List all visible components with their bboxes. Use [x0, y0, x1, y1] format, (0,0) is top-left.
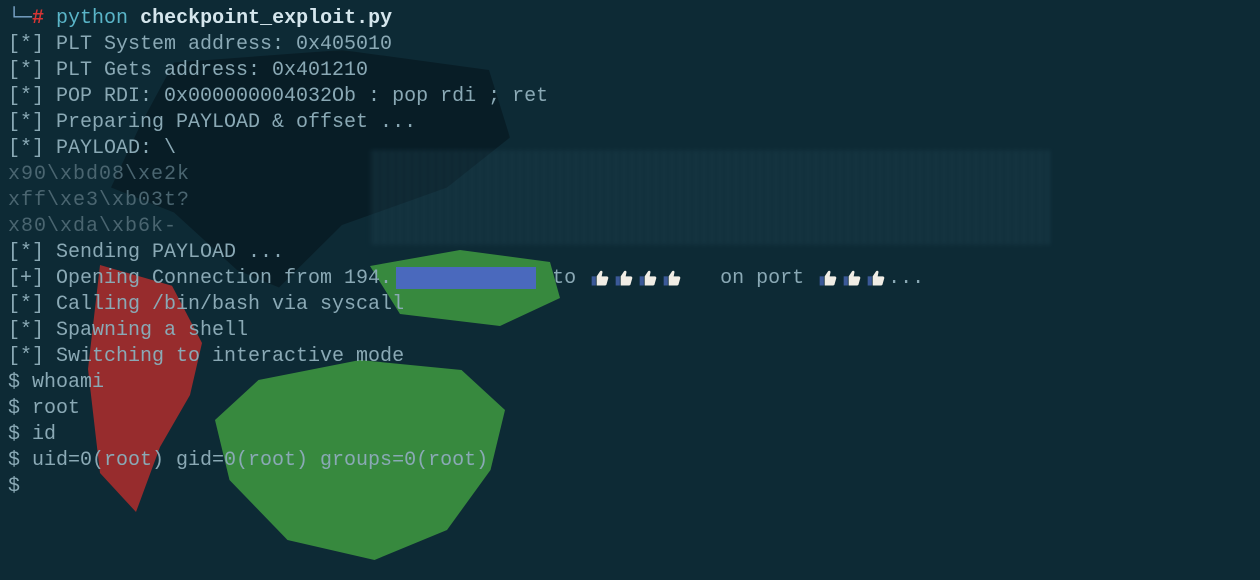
- payload-line: xff\xe3\xb03t?: [8, 188, 1252, 214]
- output-line: [*] PLT System address: 0x405010: [8, 32, 1252, 58]
- output-line: [*] Switching to interactive mode: [8, 344, 1252, 370]
- output-line: [*] PAYLOAD: \: [8, 136, 1252, 162]
- payload-line: x80\xda\xb6k-: [8, 214, 1252, 240]
- redacted-thumbs-ip: [588, 267, 684, 290]
- thumbs-up-icon: [661, 268, 683, 288]
- shell-line: $ root: [8, 396, 1252, 422]
- output-line: [*] Sending PAYLOAD ...: [8, 240, 1252, 266]
- thumbs-up-icon: [865, 268, 887, 288]
- thumbs-up-icon: [637, 268, 659, 288]
- shell-line: $ whoami: [8, 370, 1252, 396]
- thumbs-up-icon: [613, 268, 635, 288]
- output-line: [*] Spawning a shell: [8, 318, 1252, 344]
- prompt-brace: └─: [8, 7, 32, 30]
- shell-line: $ uid=0(root) gid=0(root) groups=0(root): [8, 448, 1252, 474]
- output-line: [*] POP RDI: 0x000000004032Ob : pop rdi …: [8, 84, 1252, 110]
- conn-to: to: [540, 267, 588, 290]
- shell-prompt: $: [8, 474, 1252, 500]
- prompt-hash: #: [32, 7, 44, 30]
- thumbs-up-icon: [589, 268, 611, 288]
- output-line: [*] Calling /bin/bash via syscall: [8, 292, 1252, 318]
- redacted-thumbs-port: [816, 267, 888, 290]
- output-line: [*] Preparing PAYLOAD & offset ...: [8, 110, 1252, 136]
- payload-line: x90\xbd08\xe2k: [8, 162, 1252, 188]
- redacted-ip: [396, 267, 536, 289]
- shell-line: $ id: [8, 422, 1252, 448]
- terminal-output[interactable]: └─# python checkpoint_exploit.py [*] PLT…: [0, 0, 1260, 580]
- thumbs-up-icon: [841, 268, 863, 288]
- conn-port-label: on port: [684, 267, 816, 290]
- thumbs-up-icon: [817, 268, 839, 288]
- command-python: python: [56, 7, 128, 30]
- conn-dots: ...: [888, 267, 924, 290]
- conn-prefix: [+] Opening Connection from 194.: [8, 267, 392, 290]
- connection-line: [+] Opening Connection from 194. to on p…: [8, 266, 1252, 292]
- command-script: checkpoint_exploit.py: [140, 7, 392, 30]
- prompt-line: └─# python checkpoint_exploit.py: [8, 6, 1252, 32]
- output-line: [*] PLT Gets address: 0x401210: [8, 58, 1252, 84]
